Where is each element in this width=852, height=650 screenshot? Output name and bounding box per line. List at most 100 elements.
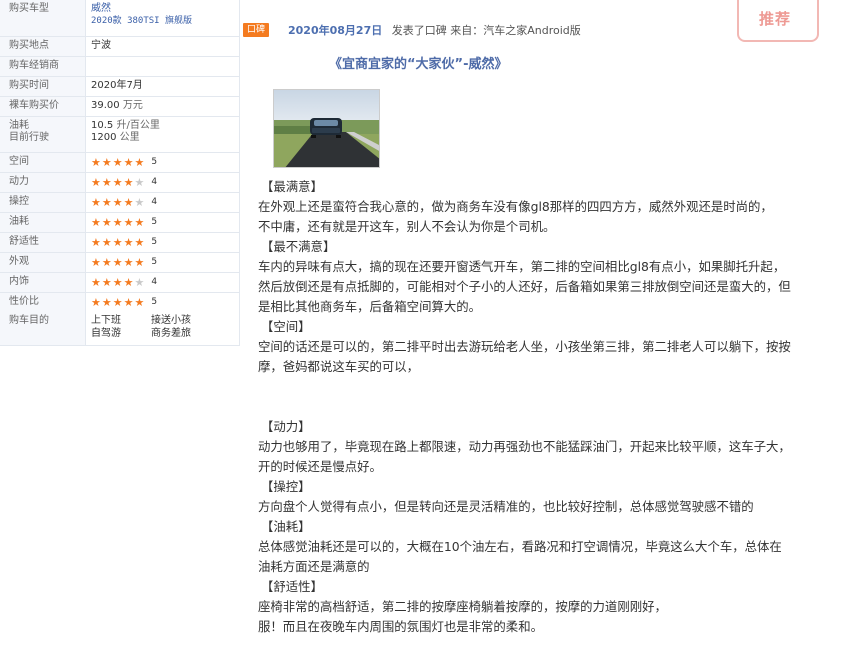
car-trim-link[interactable]: 2020款 380TSI 旗舰版: [91, 15, 239, 27]
star-icon: ★: [123, 195, 134, 209]
star-icon: ★: [91, 195, 101, 209]
price-value: 39.00: [91, 100, 120, 111]
purpose-item: 接送小孩: [151, 315, 191, 326]
review-section-heading: 【操控】: [261, 479, 311, 494]
star-icon: ★: [112, 215, 123, 229]
star-icon: ★: [91, 235, 101, 249]
rating-stars: ★ ★ ★ ★ ★ 4: [91, 176, 157, 188]
star-icon: ★: [134, 295, 145, 309]
spec-label: 外观: [0, 253, 86, 272]
star-icon: ★: [101, 155, 112, 169]
star-icon: ★: [123, 275, 134, 289]
rating-stars: ★ ★ ★ ★ ★ 5: [91, 256, 157, 268]
rating-score: 4: [151, 197, 158, 207]
review-text-line: 油耗方面还是满意的: [258, 559, 370, 574]
spec-row-model: 购买车型 威然 2020款 380TSI 旗舰版: [0, 0, 239, 37]
rating-score: 5: [151, 157, 158, 167]
review-section-heading: 【舒适性】: [261, 579, 323, 594]
star-icon: ★: [134, 275, 145, 289]
spec-label: 购买地点: [0, 37, 86, 56]
star-icon: ★: [123, 295, 134, 309]
star-icon: ★: [123, 255, 134, 269]
star-icon: ★: [101, 275, 112, 289]
star-icon: ★: [134, 175, 145, 189]
star-icon: ★: [123, 235, 134, 249]
post-source: 来自：汽车之家Android版: [450, 24, 581, 37]
rating-stars: ★ ★ ★ ★ ★ 5: [91, 216, 157, 228]
car-photo[interactable]: [273, 89, 380, 168]
star-icon: ★: [112, 295, 123, 309]
spec-label: 裸车购买价: [0, 97, 86, 116]
car-model-link[interactable]: 威然: [91, 3, 239, 15]
koubei-badge: 口碑: [243, 23, 270, 37]
mileage-value: 1200: [91, 132, 117, 143]
post-action: 发表了口碑: [391, 24, 447, 37]
rating-stars: ★ ★ ★ ★ ★ 5: [91, 296, 157, 308]
star-icon: ★: [101, 195, 112, 209]
purpose-item: 上下班: [91, 315, 121, 326]
review-text-line: 摩，爸妈都说这车买的可以，: [258, 359, 420, 374]
spec-row-rating: 操控 ★ ★ ★ ★ ★ 4: [0, 193, 239, 213]
fuel-value: 10.5: [91, 120, 114, 131]
review-text-line: 座椅非常的高档舒适，第二排的按摩座椅躺着按摩的，按摩的力道刚刚好，: [258, 599, 667, 614]
star-icon: ★: [134, 255, 145, 269]
rating-score: 4: [151, 277, 158, 287]
review-content: 口碑 2020年08月27日 发表了口碑 来自：汽车之家Android版 ★ 推…: [240, 0, 852, 650]
star-icon: ★: [101, 235, 112, 249]
star-icon: ★: [123, 175, 134, 189]
spec-label: 购车经销商: [0, 57, 86, 76]
spec-row-purpose: 购车目的 上下班 接送小孩 自驾游 商务差旅: [0, 312, 239, 345]
spec-value: [86, 57, 239, 76]
star-icon: ★: [134, 195, 145, 209]
star-icon: ★: [101, 295, 112, 309]
spec-label: 购车目的: [0, 312, 86, 345]
spec-row-price: 裸车购买价 39.00 万元: [0, 97, 239, 117]
spec-label: 购买时间: [0, 77, 86, 96]
review-text-line: 空间的话还是可以的，第二排平时出去游玩给老人坐，小孩坐第三排，第二排老人可以躺下…: [258, 339, 791, 354]
star-icon: ★: [112, 175, 123, 189]
star-icon: ★: [91, 175, 101, 189]
spec-label: 性价比: [0, 293, 86, 312]
mileage-unit: 公里: [119, 132, 140, 143]
rating-score: 5: [151, 257, 158, 267]
star-icon: ★: [101, 175, 112, 189]
spec-label: 内饰: [0, 273, 86, 292]
review-text-line: 在外观上还是蛮符合我心意的，做为商务车没有像gl8那样的四四方方，威然外观还是时…: [258, 199, 773, 214]
star-icon: ★: [112, 255, 123, 269]
star-icon: ★: [776, 0, 783, 1]
review-section-heading: 【油耗】: [261, 519, 311, 534]
spec-label: 购买车型: [0, 0, 86, 36]
spec-label: 油耗: [0, 213, 86, 232]
stamp-label: 推荐: [759, 10, 792, 28]
star-icon: ★: [123, 155, 134, 169]
review-section-heading: 【最不满意】: [261, 239, 336, 254]
review-text-line: 动力也够用了，毕竟现在路上都限速，动力再强劲也不能猛踩油门，开起来比较平顺，这车…: [258, 439, 791, 454]
review-text-line: 方向盘个人觉得有点小，但是转向还是灵活精准的，也比较好控制，总体感觉驾驶感不错的: [258, 499, 754, 514]
spec-row-date: 购买时间 2020年7月: [0, 77, 239, 97]
review-section-heading: 【空间】: [261, 319, 311, 334]
spec-label: 舒适性: [0, 233, 86, 252]
spec-row-fuel: 油耗 目前行驶 10.5 升/百公里 1200 公里: [0, 117, 239, 153]
spec-row-location: 购买地点 宁波: [0, 37, 239, 57]
star-icon: ★: [112, 275, 123, 289]
star-icon: ★: [101, 215, 112, 229]
price-unit: 万元: [122, 100, 143, 111]
review-text-line: 是相比其他商务车，后备箱空间算大的。: [258, 299, 482, 314]
star-icon: ★: [101, 255, 112, 269]
review-text-line: 然后放倒还是有点抵脚的，可能相对个子小的人还好，后备箱如果第三排放倒空间还是蛮大…: [258, 279, 791, 294]
rating-score: 4: [151, 177, 158, 187]
star-icon: ★: [91, 155, 101, 169]
rating-stars: ★ ★ ★ ★ ★ 5: [91, 236, 157, 248]
purchase-info-table: 购买车型 威然 2020款 380TSI 旗舰版 购买地点 宁波 购车经销商 购…: [0, 0, 240, 346]
star-icon: ★: [112, 155, 123, 169]
purpose-item: 自驾游: [91, 328, 121, 339]
spec-row-rating: 内饰 ★ ★ ★ ★ ★ 4: [0, 273, 239, 293]
star-icon: ★: [112, 195, 123, 209]
spec-label: 目前行驶: [9, 132, 49, 143]
star-icon: ★: [134, 235, 145, 249]
review-text-line: 服！而且在夜晚车内周围的氛围灯也是非常的柔和。: [258, 619, 543, 634]
rating-stars: ★ ★ ★ ★ ★ 5: [91, 156, 157, 168]
recommend-stamp: ★ 推荐: [737, 0, 819, 42]
post-date: 2020年08月27日: [288, 24, 383, 37]
